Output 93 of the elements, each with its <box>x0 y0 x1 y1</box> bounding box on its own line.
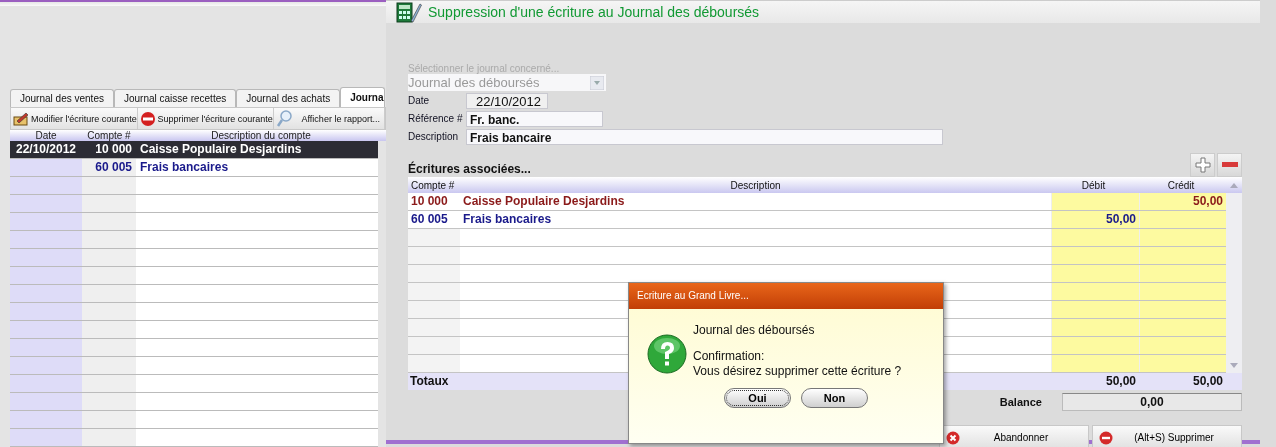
field-label: Référence # <box>408 113 464 124</box>
dialog-message: Vous désirez supprimer cette écriture ? <box>693 364 902 379</box>
table-cell <box>10 303 82 320</box>
section-title: Écritures associées... <box>408 162 531 177</box>
table-cell-text: Caisse Populaire Desjardins <box>462 193 626 210</box>
calculator-icon <box>396 1 422 23</box>
caret-icon <box>590 75 604 90</box>
window-title: Suppression d'une écriture au Journal des déboursés <box>428 4 760 20</box>
table-cell: 50,00 <box>1139 193 1226 210</box>
column-header: Description du compte <box>210 130 312 141</box>
input-field[interactable]: Frais bancaire <box>466 128 943 145</box>
table-cell <box>82 249 136 266</box>
minus-icon <box>1221 162 1238 168</box>
table-cell <box>10 375 82 392</box>
table-cell <box>82 267 136 284</box>
table-cell-text: 60 005 <box>410 211 449 228</box>
table-cell-text: Frais bancaires <box>462 211 553 228</box>
journal-tab[interactable]: Journal caisse recettes <box>113 89 237 107</box>
table-cell <box>82 303 136 320</box>
no-entry-icon <box>139 110 156 127</box>
table-cell <box>82 321 136 338</box>
table-cell <box>10 411 82 428</box>
scroll-up-icon <box>1230 182 1238 188</box>
journal-tab[interactable]: Journal des ventes <box>10 89 114 107</box>
entry-row[interactable]: 10 000 Caisse Populaire Desjardins 50,00 <box>408 193 1226 211</box>
dialog-button[interactable]: Oui <box>724 388 791 408</box>
action-button[interactable]: (Alt+S) Supprimer <box>1092 425 1242 447</box>
field-label: Date <box>408 95 431 106</box>
plus-icon <box>1194 157 1211 173</box>
dialog-button[interactable]: Non <box>801 388 868 408</box>
column-header: Crédit <box>1166 179 1196 191</box>
table-cell <box>82 429 136 446</box>
table-cell <box>82 285 136 302</box>
table-cell <box>10 231 82 248</box>
close-icon <box>946 430 960 445</box>
remove-button[interactable] <box>1217 153 1242 177</box>
toolbar-button[interactable]: Afficher le rapport... <box>273 108 385 129</box>
balance-field: 0,00 <box>1062 393 1242 411</box>
total-debit: 50,00 <box>1104 373 1137 390</box>
no-entry-icon <box>1099 430 1113 445</box>
field-label: Description <box>408 131 460 142</box>
scrollbar[interactable] <box>1226 193 1242 373</box>
table-cell <box>82 213 136 230</box>
table-cell <box>10 393 82 410</box>
question-icon <box>647 334 687 374</box>
column-header: Compte # <box>410 179 456 191</box>
dialog-heading: Journal des déboursés <box>693 323 816 337</box>
table-cell <box>10 357 82 374</box>
table-cell: 50,00 <box>1051 211 1139 228</box>
totals-label: Totaux <box>409 373 449 390</box>
table-cell <box>10 177 82 194</box>
table-cell <box>10 267 82 284</box>
column-header: Date <box>34 130 58 141</box>
column-header: Débit <box>1080 179 1107 191</box>
balance-label: Balance <box>999 396 1042 408</box>
journal-row[interactable]: 22/10/2012 10 000 Caisse Populaire Desjardins <box>10 141 378 159</box>
table-cell <box>82 195 136 212</box>
table-cell-text: Frais bancaires <box>139 159 230 176</box>
toolbar-button[interactable]: Supprimer l'écriture courante <box>137 108 274 129</box>
table-cell <box>82 393 136 410</box>
action-button[interactable]: Abandonner <box>939 425 1089 447</box>
table-cell <box>82 411 136 428</box>
dialog-title: Ecriture au Grand Livre... <box>637 290 749 301</box>
table-cell <box>10 213 82 230</box>
table-cell <box>10 195 82 212</box>
journal-tab[interactable]: Journal des achats <box>236 89 341 107</box>
table-cell <box>10 339 82 356</box>
table-cell: 60 005 <box>82 159 136 176</box>
entry-row[interactable]: 60 005 Frais bancaires 50,00 <box>408 211 1226 229</box>
column-header: Compte # <box>86 130 132 141</box>
table-cell <box>82 231 136 248</box>
dialog-message: Confirmation: <box>693 349 766 364</box>
total-credit: 50,00 <box>1191 373 1224 390</box>
table-cell <box>10 159 82 176</box>
journal-tab[interactable]: Journa <box>340 87 385 107</box>
search-icon <box>275 109 292 128</box>
table-cell <box>10 249 82 266</box>
scroll-down-icon <box>1230 363 1238 369</box>
table-cell <box>82 375 136 392</box>
input-field[interactable]: Fr. banc. <box>466 110 603 127</box>
input-field[interactable]: 22/10/2012 <box>466 92 548 109</box>
journal-row[interactable]: 60 005 Frais bancaires <box>10 159 378 177</box>
table-cell <box>82 357 136 374</box>
column-header: Description <box>729 179 782 191</box>
table-cell <box>10 285 82 302</box>
toolbar-button[interactable]: Modifier l'écriture courante <box>11 108 138 129</box>
table-cell <box>82 339 136 356</box>
table-cell <box>10 321 82 338</box>
table-cell-text: 10 000 <box>410 193 449 210</box>
table-cell <box>10 429 82 446</box>
table-cell <box>82 177 136 194</box>
add-button[interactable] <box>1190 153 1215 177</box>
notepad-pencil-icon <box>13 111 29 126</box>
